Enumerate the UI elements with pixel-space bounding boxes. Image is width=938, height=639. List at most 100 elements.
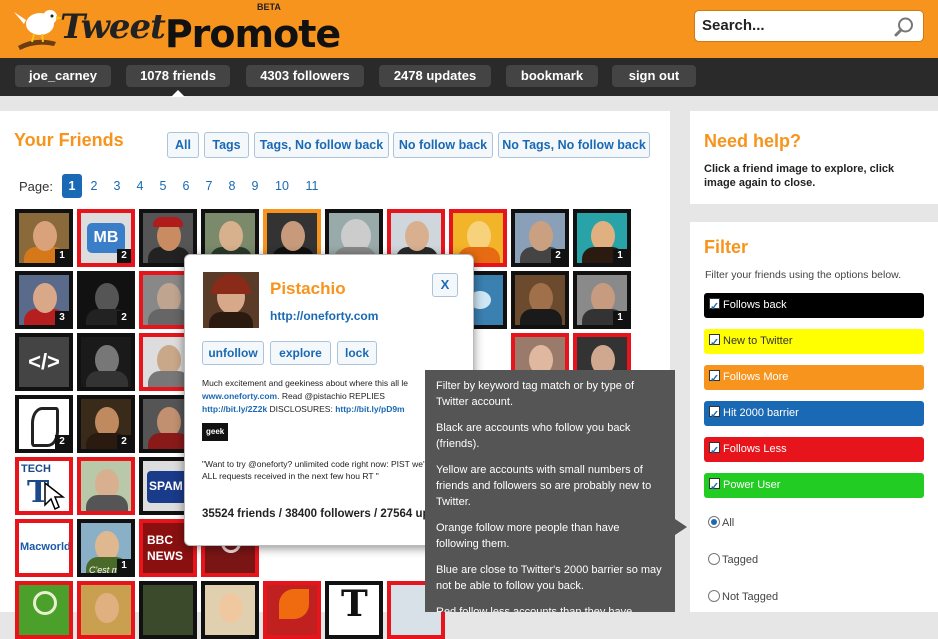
checkbox-icon[interactable]	[709, 439, 720, 464]
tooltip-paragraph: Orange follow more people than have foll…	[436, 522, 620, 550]
tooltip-paragraph: Blue are close to Twitter's 2000 barrier…	[436, 564, 662, 592]
filter-follows-less[interactable]: Follows Less	[704, 437, 924, 464]
friend-avatar[interactable]: 3	[15, 271, 73, 329]
filter-new-to-twitter[interactable]: New to Twitter	[704, 329, 924, 356]
friend-count-badge: 2	[551, 249, 565, 263]
friend-avatar[interactable]: 2	[15, 395, 73, 453]
friend-avatar[interactable]: MB 2	[77, 209, 135, 267]
friend-avatar[interactable]: 1	[573, 271, 631, 329]
page-6[interactable]: 6	[176, 174, 196, 198]
checkbox-icon[interactable]	[709, 403, 720, 428]
friend-avatar[interactable]: T	[325, 581, 383, 639]
bio-link[interactable]: http://bit.ly/pD9m	[335, 404, 404, 414]
page-4[interactable]: 4	[130, 174, 150, 198]
avatar-caption: Macworld	[20, 541, 71, 553]
radio-button[interactable]	[708, 553, 720, 565]
bio-text: DISCLOSURES:	[267, 404, 336, 414]
filter-follows-more[interactable]: Follows More	[704, 365, 924, 392]
tooltip-paragraph: Filter by keyword tag match or by type o…	[436, 380, 635, 408]
radio-all[interactable]: All	[708, 516, 734, 529]
page-5[interactable]: 5	[153, 174, 173, 198]
page-7[interactable]: 7	[199, 174, 219, 198]
popup-avatar	[203, 272, 259, 328]
search-input[interactable]	[702, 17, 882, 34]
filter-follows-back[interactable]: Follows back	[704, 293, 924, 320]
page-2[interactable]: 2	[84, 174, 104, 198]
bio-text: Much excitement and geekiness about wher…	[202, 378, 409, 388]
unfollow-button[interactable]: unfollow	[202, 341, 264, 365]
filter-all-button[interactable]: All	[167, 132, 199, 158]
nav-updates[interactable]: 2478 updates	[379, 65, 491, 87]
filter-hit-2000-barrier[interactable]: Hit 2000 barrier	[704, 401, 924, 428]
top-nav: joe_carney 1078 friends 4303 followers 2…	[0, 58, 938, 96]
explore-button[interactable]: explore	[270, 341, 331, 365]
friend-avatar[interactable]: 2	[511, 209, 569, 267]
tooltip-paragraph: Black are accounts who follow you back (…	[436, 422, 631, 450]
friend-count-badge: 2	[117, 435, 131, 449]
filter-option-label: Follows More	[723, 371, 789, 383]
filter-tags-no-follow-back-button[interactable]: Tags, No follow back	[254, 132, 389, 158]
app-logo[interactable]: TweetPromote	[60, 0, 341, 58]
logo-promote-text: Promote	[164, 12, 341, 56]
filter-option-label: Follows back	[723, 299, 787, 311]
nav-bookmark[interactable]: bookmark	[506, 65, 598, 87]
friend-avatar[interactable]	[201, 581, 259, 639]
help-title: Need help?	[704, 131, 802, 151]
friend-avatar[interactable]: TECH T	[15, 457, 73, 515]
avatar-caption: NEWS	[147, 549, 183, 563]
checkbox-icon[interactable]	[709, 295, 720, 320]
search-icon[interactable]	[893, 16, 915, 38]
friend-avatar[interactable]	[139, 581, 197, 639]
friend-count-badge: 1	[613, 249, 627, 263]
close-button[interactable]: X	[432, 273, 458, 297]
filter-no-follow-back-button[interactable]: No follow back	[393, 132, 493, 158]
page-8[interactable]: 8	[222, 174, 242, 198]
friend-avatar[interactable]	[77, 581, 135, 639]
nav-friends[interactable]: 1078 friends	[126, 65, 230, 87]
radio-button[interactable]	[708, 516, 720, 528]
checkbox-icon[interactable]	[709, 367, 720, 392]
friend-avatar[interactable]: 1	[573, 209, 631, 267]
lock-button[interactable]: lock	[337, 341, 377, 365]
popup-url-link[interactable]: http://oneforty.com	[270, 309, 378, 323]
nav-user[interactable]: joe_carney	[15, 65, 111, 87]
friend-avatar[interactable]	[263, 581, 321, 639]
radio-not-tagged[interactable]: Not Tagged	[708, 590, 778, 603]
friend-avatar[interactable]: 2	[77, 395, 135, 453]
friend-avatar[interactable]: C'est moi! 1	[77, 519, 135, 577]
header: TweetPromote BETA	[0, 0, 938, 58]
page-1[interactable]: 1	[62, 174, 82, 198]
checkbox-icon[interactable]	[709, 331, 720, 356]
friend-avatar[interactable]	[77, 457, 135, 515]
friend-count-badge: 3	[55, 311, 69, 325]
cursor-icon	[44, 481, 66, 511]
page-11[interactable]: 11	[300, 174, 324, 198]
bio-link[interactable]: www.oneforty.com	[202, 391, 277, 401]
tag-badge[interactable]: geek	[202, 423, 229, 441]
radio-label: Tagged	[722, 554, 759, 566]
radio-button[interactable]	[708, 590, 720, 602]
checkbox-icon[interactable]	[709, 475, 720, 500]
friend-avatar[interactable]: Macworld	[15, 519, 73, 577]
friend-avatar[interactable]: 1	[15, 209, 73, 267]
friend-avatar[interactable]	[77, 333, 135, 391]
search-box[interactable]	[694, 10, 924, 42]
friend-avatar[interactable]: </>	[15, 333, 73, 391]
page-label: Page:	[19, 179, 53, 194]
filter-power-user[interactable]: Power User	[704, 473, 924, 500]
radio-tagged[interactable]: Tagged	[708, 553, 758, 566]
page-9[interactable]: 9	[245, 174, 265, 198]
bio-link[interactable]: http://bit.ly/2Z2k	[202, 404, 267, 414]
friend-avatar[interactable]	[15, 581, 73, 639]
nav-sign-out[interactable]: sign out	[612, 65, 696, 87]
friend-avatar[interactable]	[511, 271, 569, 329]
filter-tags-button[interactable]: Tags	[204, 132, 249, 158]
friend-avatar[interactable]: 2	[77, 271, 135, 329]
page-3[interactable]: 3	[107, 174, 127, 198]
nav-followers[interactable]: 4303 followers	[246, 65, 364, 87]
filter-option-label: Power User	[723, 479, 781, 491]
bio-text: . Read @pistachio REPLIES	[277, 391, 385, 401]
popup-latest-tweet: "Want to try @oneforty? unlimited code r…	[202, 459, 456, 481]
filter-no-tags-no-follow-back-button[interactable]: No Tags, No follow back	[498, 132, 650, 158]
page-10[interactable]: 10	[270, 174, 294, 198]
